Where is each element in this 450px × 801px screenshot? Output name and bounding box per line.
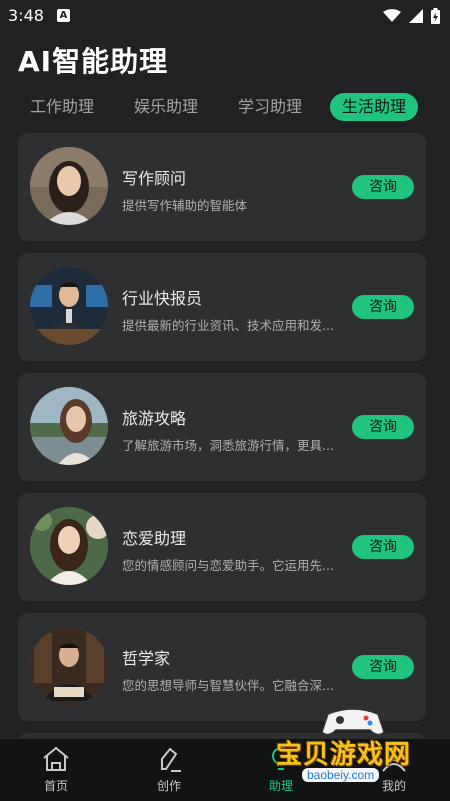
assistant-desc: 您的情感顾问与恋爱助手。它运用先... [122,558,334,573]
assistant-name: 哲学家 [122,649,171,668]
avatar [30,627,108,705]
assistant-card[interactable]: 恋爱助理 您的情感顾问与恋爱助手。它运用先... 咨询 [18,493,426,601]
status-time: 3:48 [8,6,44,25]
nav-label: 创作 [156,779,181,793]
assistant-card[interactable]: 行业快报员 提供最新的行业资讯、技术应用和发... 咨询 [18,253,426,361]
assistant-card[interactable]: 写作顾问 提供写作辅助的智能体 咨询 [18,133,426,241]
consult-button[interactable]: 咨询 [352,655,414,679]
page-title: AI智能助理 [18,45,169,78]
tab-bar: 工作助理 娱乐助理 学习助理 生活助理 [18,93,432,123]
tab-entertainment[interactable]: 娱乐助理 [122,93,210,121]
avatar [30,147,108,225]
consult-button[interactable]: 咨询 [352,295,414,319]
consult-button[interactable]: 咨询 [352,415,414,439]
a-icon: A [57,9,70,22]
watermark-url: baobeiy.com [302,768,380,782]
battery-icon [431,8,440,24]
assistant-desc: 您的思想导师与智慧伙伴。它融合深... [122,678,334,693]
assistant-name: 旅游攻略 [122,409,187,428]
edit-icon [161,747,181,772]
assistant-desc: 提供写作辅助的智能体 [122,198,248,213]
assistant-desc: 提供最新的行业资讯、技术应用和发... [122,318,334,333]
assistant-name: 行业快报员 [122,289,203,308]
tab-study[interactable]: 学习助理 [226,93,314,121]
assistant-name: 恋爱助理 [122,529,187,548]
avatar [30,267,108,345]
status-icons [383,8,440,24]
consult-button[interactable]: 咨询 [352,175,414,199]
tab-life[interactable]: 生活助理 [330,93,419,121]
assistant-desc: 了解旅游市场，洞悉旅游行情，更具... [122,438,334,453]
avatar [30,507,108,585]
tab-work[interactable]: 工作助理 [18,93,106,121]
home-icon [43,746,69,771]
assistant-card[interactable]: 旅游攻略 了解旅游市场，洞悉旅游行情，更具... 咨询 [18,373,426,481]
nav-label: 首页 [43,779,68,793]
gamepad-icon [321,708,385,736]
wifi-icon [383,9,401,22]
assistant-name: 写作顾问 [122,169,187,188]
nav-home[interactable]: 首页 [26,745,86,794]
nav-create[interactable]: 创作 [139,745,199,794]
status-bar: 3:48 A [0,0,450,32]
consult-button[interactable]: 咨询 [352,535,414,559]
avatar [30,387,108,465]
watermark: 宝贝游戏网 baobeiy.com [272,704,450,796]
watermark-text: 宝贝游戏网 [276,740,412,770]
signal-icon [409,9,423,23]
